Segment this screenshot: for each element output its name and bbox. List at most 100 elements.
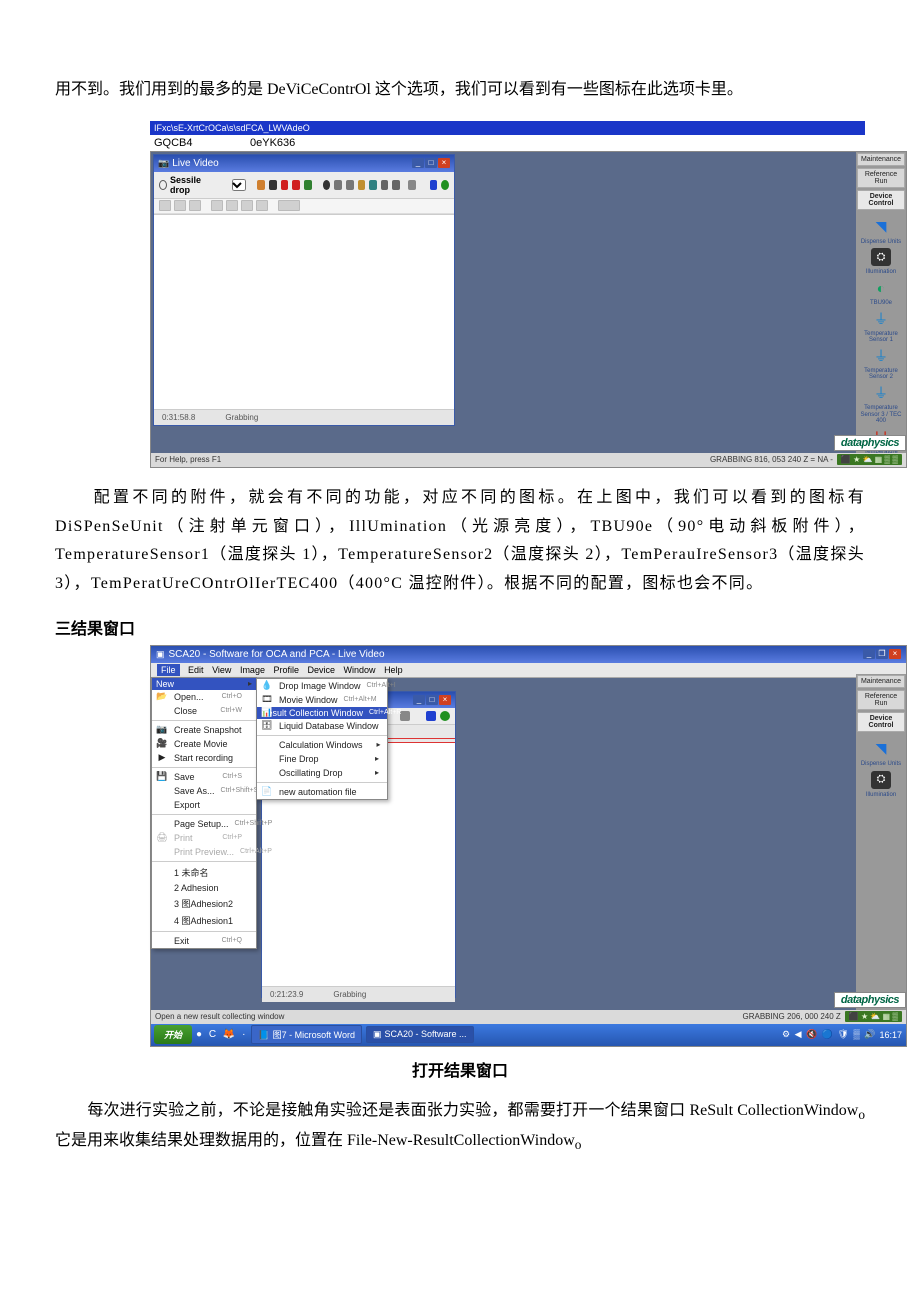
menu-file[interactable]: File <box>157 664 180 676</box>
refresh-icon[interactable] <box>441 180 449 190</box>
menu-view[interactable]: View <box>212 665 231 675</box>
toolbar-icon[interactable] <box>189 200 201 211</box>
temp-sensor-1-label: Temperature Sensor 1 <box>858 331 904 344</box>
menu-new-osc-drop[interactable]: Oscillating Drop <box>257 766 387 780</box>
restore-icon[interactable]: ❐ <box>876 649 888 659</box>
toolbar-icon[interactable] <box>211 200 223 211</box>
menu-file-close[interactable]: CloseCtrl+W <box>152 704 256 718</box>
menu-file-exit[interactable]: ExitCtrl+Q <box>152 934 256 948</box>
toolbar-icon[interactable] <box>257 180 265 190</box>
menubar[interactable]: File Edit View Image Profile Device Wind… <box>151 663 906 678</box>
brand-logo: dataphysics <box>834 435 906 451</box>
radio-sessile-drop[interactable]: Sessile drop <box>159 175 210 195</box>
illumination-icon[interactable]: ⛭ <box>871 771 891 789</box>
menu-new-result-collection[interactable]: 📊Result Collection WindowCtrl+Alt+R <box>257 707 387 719</box>
toolbar-icon[interactable] <box>269 180 277 190</box>
menu-file-recent-3[interactable]: 3 图Adhesion2 <box>152 895 256 912</box>
dispense-units-icon[interactable]: ◥ <box>871 218 891 236</box>
menu-file-new[interactable]: New 💧Drop Image WindowCtrl+Alt+I 🎞Movie … <box>152 678 256 690</box>
start-button[interactable]: 开始 <box>154 1025 192 1044</box>
menu-new-liquid-db[interactable]: 🗄Liquid Database Window <box>257 719 387 733</box>
toolbar-icon[interactable] <box>241 200 253 211</box>
toolbar-icon[interactable] <box>369 180 377 190</box>
menu-file-open[interactable]: 📂Open...Ctrl+O <box>152 690 256 704</box>
toolbar-icon[interactable] <box>304 180 312 190</box>
help-hint: Open a new result collecting window <box>155 1012 284 1021</box>
toolbar-icon[interactable] <box>278 200 300 211</box>
toolbar-icon[interactable] <box>159 200 171 211</box>
dropdown[interactable] <box>232 179 246 191</box>
close-icon[interactable]: × <box>889 649 901 659</box>
menu-new-automation[interactable]: 📄new automation file <box>257 785 387 799</box>
toolbar-icon[interactable] <box>226 200 238 211</box>
toolbar-icon[interactable] <box>358 180 366 190</box>
tab-maintenance[interactable]: Maintenance <box>857 153 905 166</box>
menu-file-recent-1[interactable]: 1 未命名 <box>152 864 256 881</box>
toolbar-icon[interactable] <box>346 180 354 190</box>
menu-file-start-rec[interactable]: ▶Start recording <box>152 751 256 765</box>
toolbar-icon[interactable] <box>292 180 300 190</box>
tab-reference-run[interactable]: Reference Run <box>857 168 905 188</box>
toolbar-icon[interactable] <box>408 180 416 190</box>
maximize-icon[interactable]: □ <box>425 158 437 168</box>
toolbar-icon[interactable] <box>323 180 331 190</box>
record-icon[interactable] <box>426 711 436 721</box>
menu-image[interactable]: Image <box>240 665 265 675</box>
status-timestamp: 0:31:58.8 <box>162 413 195 422</box>
menu-file-snapshot[interactable]: 📷Create Snapshot <box>152 723 256 737</box>
dispense-units-icon[interactable]: ◥ <box>871 740 891 758</box>
toolbar-icon[interactable] <box>381 180 389 190</box>
menu-new-drop-image[interactable]: 💧Drop Image WindowCtrl+Alt+I <box>257 679 387 693</box>
tab-device-control[interactable]: Device Control <box>857 712 905 732</box>
taskbar-item-word[interactable]: 📘图7 - Microsoft Word <box>251 1025 362 1044</box>
menu-window[interactable]: Window <box>344 665 376 675</box>
close-icon[interactable]: × <box>439 695 451 705</box>
toolbar-icon[interactable] <box>174 200 186 211</box>
menu-file-recent-2[interactable]: 2 Adhesion <box>152 881 256 895</box>
menu-help[interactable]: Help <box>384 665 403 675</box>
close-icon[interactable]: × <box>438 158 450 168</box>
menu-file-recent-4[interactable]: 4 图Adhesion1 <box>152 912 256 929</box>
toolbar-icon[interactable] <box>334 180 342 190</box>
print-icon: 🖨 <box>156 832 168 844</box>
refresh-icon[interactable] <box>440 711 450 721</box>
menu-file-export[interactable]: Export <box>152 798 256 812</box>
menu-device[interactable]: Device <box>308 665 336 675</box>
folder-open-icon: 📂 <box>156 691 168 703</box>
toolbar-icon[interactable] <box>400 711 410 721</box>
menu-file-saveas[interactable]: Save As...Ctrl+Shift+S <box>152 784 256 798</box>
tab-reference-run[interactable]: Reference Run <box>857 690 905 710</box>
record-icon[interactable] <box>430 180 438 190</box>
minimize-icon[interactable]: _ <box>863 649 875 659</box>
tray-icons[interactable]: ⚙ ◀ 🔇 🔵 🛡 ▒ 🔊 <box>782 1029 876 1040</box>
menu-file-print-preview[interactable]: Print Preview...Ctrl+Alt+P <box>152 845 256 859</box>
tab-maintenance[interactable]: Maintenance <box>857 675 905 688</box>
menu-file-save[interactable]: 💾SaveCtrl+S <box>152 770 256 784</box>
menu-new-calc[interactable]: Calculation Windows <box>257 738 387 752</box>
save-icon: 💾 <box>156 771 168 783</box>
menu-file-page-setup[interactable]: Page Setup...Ctrl+Shift+P <box>152 817 256 831</box>
toolbar-icon[interactable] <box>281 180 289 190</box>
toolbar-icon[interactable] <box>256 200 268 211</box>
app-icon: ▣ <box>373 1029 382 1039</box>
paragraph-3: 每次进行实验之前，不论是接触角实验还是表面张力实验，都需要打开一个结果窗口 Re… <box>55 1097 865 1157</box>
menu-file-print[interactable]: 🖨PrintCtrl+P <box>152 831 256 845</box>
temp-sensor-2-icon[interactable]: ⏚ <box>871 347 891 365</box>
menu-profile[interactable]: Profile <box>273 665 299 675</box>
toolbar-icon[interactable] <box>392 180 400 190</box>
path-bar: IFxc\sE-XrtCrOCa\s\sdFCA_LWVAdeO <box>150 121 865 135</box>
menu-new-fine-drop[interactable]: Fine Drop <box>257 752 387 766</box>
menu-edit[interactable]: Edit <box>188 665 204 675</box>
temp-sensor-1-icon[interactable]: ⏚ <box>871 310 891 328</box>
menu-new-movie[interactable]: 🎞Movie WindowCtrl+Alt+M <box>257 693 387 707</box>
tbu90e-icon[interactable]: ◐ <box>871 279 891 297</box>
taskbar-item-sca20[interactable]: ▣SCA20 - Software ... <box>366 1026 474 1043</box>
tab-device-control[interactable]: Device Control <box>857 190 905 210</box>
temp-sensor-3-icon[interactable]: ⏚ <box>871 384 891 402</box>
minimize-icon[interactable]: _ <box>412 158 424 168</box>
menu-file-create-movie[interactable]: 🎥Create Movie <box>152 737 256 751</box>
quicklaunch-icons[interactable]: ● C 🦊 · <box>196 1029 247 1040</box>
maximize-icon[interactable]: □ <box>426 695 438 705</box>
minimize-icon[interactable]: _ <box>413 695 425 705</box>
illumination-icon[interactable]: ⛭ <box>871 248 891 266</box>
